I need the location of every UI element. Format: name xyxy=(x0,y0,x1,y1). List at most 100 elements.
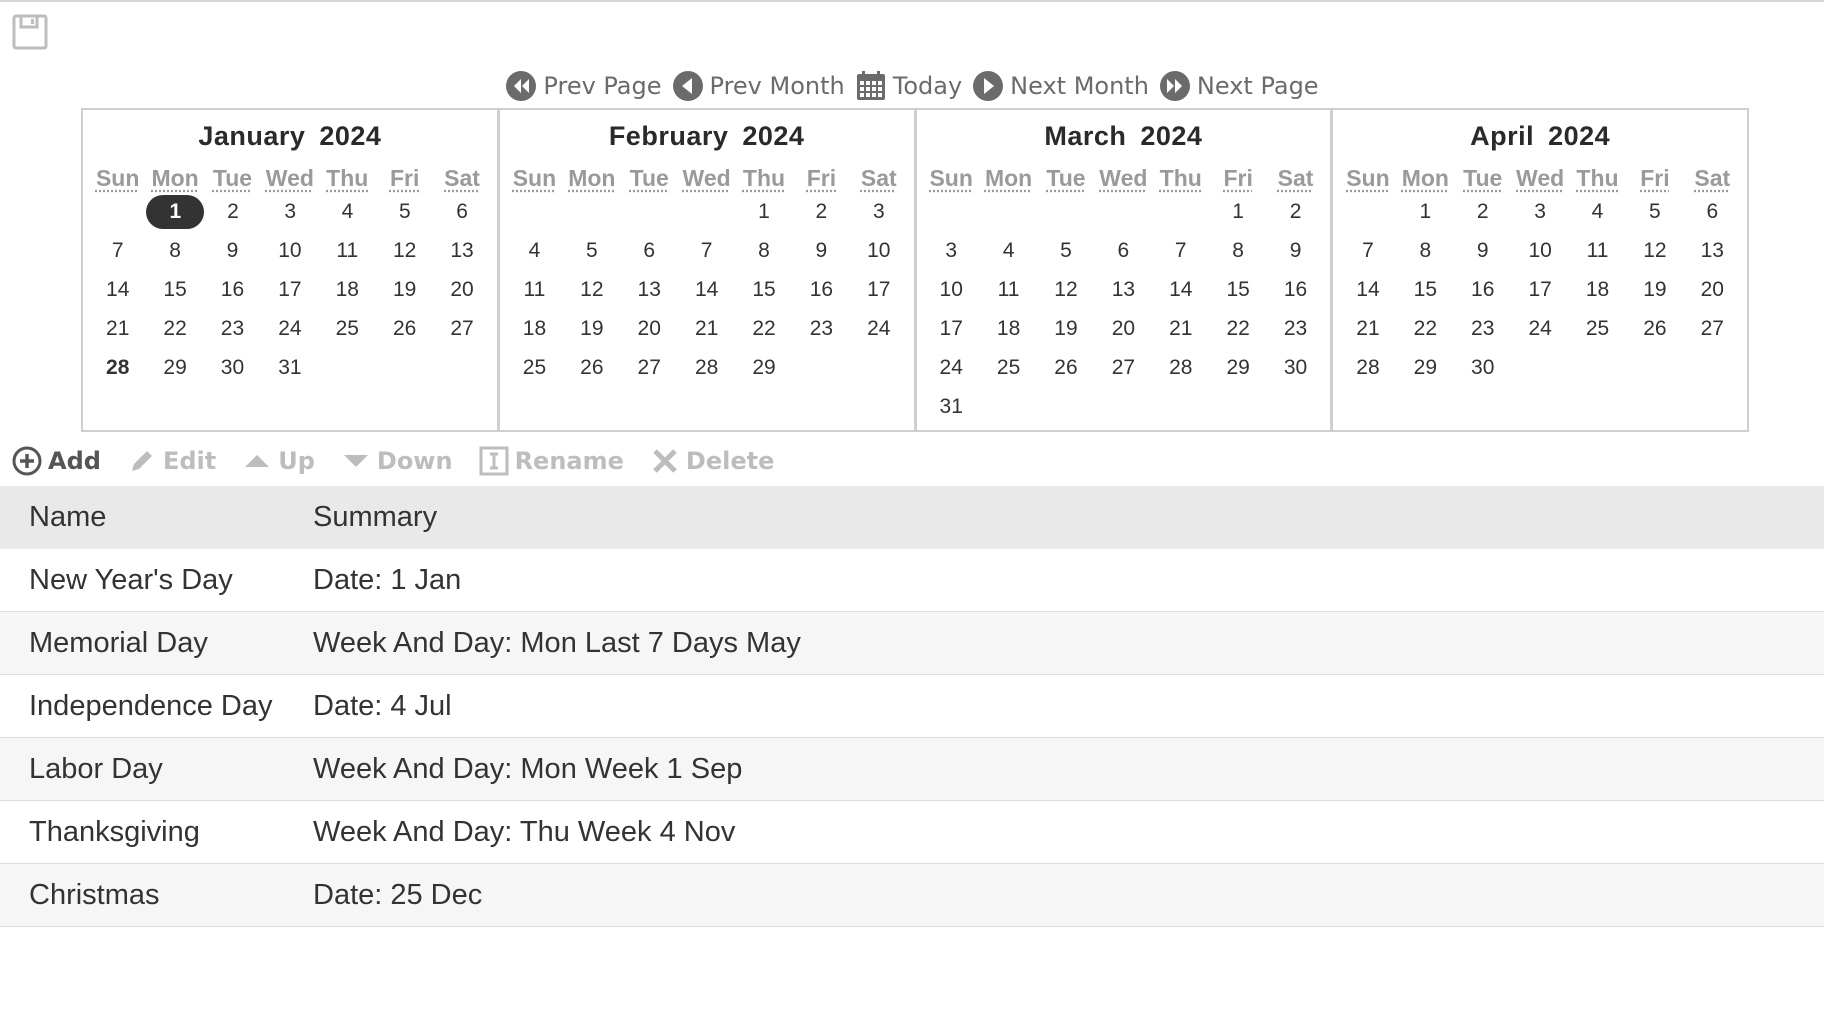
day-cell[interactable]: 26 xyxy=(563,356,620,380)
day-cell[interactable]: 9 xyxy=(204,239,261,263)
day-cell[interactable]: 21 xyxy=(1339,317,1396,341)
day-cell[interactable]: 24 xyxy=(1511,317,1568,341)
day-cell[interactable]: 29 xyxy=(1209,356,1266,380)
day-cell[interactable]: 2 xyxy=(1454,200,1511,224)
day-cell[interactable]: 7 xyxy=(1339,239,1396,263)
day-cell[interactable]: 21 xyxy=(678,317,735,341)
day-cell[interactable]: 20 xyxy=(1095,317,1152,341)
day-cell[interactable]: 23 xyxy=(204,317,261,341)
day-cell[interactable]: 12 xyxy=(1037,278,1094,302)
day-cell[interactable]: 31 xyxy=(261,356,318,380)
day-cell[interactable]: 6 xyxy=(1095,239,1152,263)
table-row[interactable]: New Year's Day Date: 1 Jan xyxy=(0,549,1824,612)
day-cell[interactable]: 16 xyxy=(1267,278,1324,302)
day-cell[interactable]: 28 xyxy=(1339,356,1396,380)
day-cell[interactable]: 4 xyxy=(319,200,376,224)
day-cell[interactable]: 4 xyxy=(1569,200,1626,224)
day-cell[interactable]: 30 xyxy=(204,356,261,380)
day-cell[interactable]: 23 xyxy=(793,317,850,341)
day-cell[interactable]: 10 xyxy=(261,239,318,263)
day-cell[interactable]: 11 xyxy=(1569,239,1626,263)
day-cell[interactable]: 19 xyxy=(376,278,433,302)
day-cell[interactable]: 8 xyxy=(1397,239,1454,263)
next-page-button[interactable]: Next Page xyxy=(1159,70,1319,102)
day-cell[interactable]: 5 xyxy=(376,200,433,224)
day-cell[interactable]: 10 xyxy=(850,239,907,263)
day-cell[interactable]: 19 xyxy=(563,317,620,341)
day-cell[interactable]: 28 xyxy=(89,356,146,380)
day-cell[interactable]: 14 xyxy=(1152,278,1209,302)
day-cell[interactable]: 17 xyxy=(923,317,980,341)
day-cell[interactable]: 18 xyxy=(1569,278,1626,302)
day-cell[interactable]: 15 xyxy=(1397,278,1454,302)
day-cell[interactable]: 31 xyxy=(923,395,980,419)
day-cell[interactable]: 12 xyxy=(376,239,433,263)
day-cell[interactable]: 5 xyxy=(1626,200,1683,224)
edit-button[interactable]: Edit xyxy=(127,446,216,476)
day-cell[interactable]: 28 xyxy=(1152,356,1209,380)
day-cell[interactable]: 15 xyxy=(1209,278,1266,302)
day-cell[interactable]: 15 xyxy=(735,278,792,302)
day-cell[interactable]: 19 xyxy=(1626,278,1683,302)
day-cell[interactable]: 24 xyxy=(923,356,980,380)
day-cell[interactable]: 4 xyxy=(506,239,563,263)
day-cell[interactable]: 2 xyxy=(204,200,261,224)
day-cell[interactable]: 9 xyxy=(1267,239,1324,263)
column-header-name[interactable]: Name xyxy=(0,501,313,534)
day-cell[interactable]: 22 xyxy=(146,317,203,341)
day-cell[interactable]: 20 xyxy=(621,317,678,341)
day-cell[interactable]: 29 xyxy=(1397,356,1454,380)
day-cell[interactable]: 13 xyxy=(1684,239,1741,263)
table-row[interactable]: Labor Day Week And Day: Mon Week 1 Sep xyxy=(0,738,1824,801)
day-cell[interactable]: 6 xyxy=(1684,200,1741,224)
day-cell[interactable]: 26 xyxy=(1037,356,1094,380)
day-cell[interactable]: 8 xyxy=(1209,239,1266,263)
day-cell[interactable]: 16 xyxy=(204,278,261,302)
day-cell[interactable]: 1 xyxy=(1209,200,1266,224)
day-cell[interactable]: 6 xyxy=(621,239,678,263)
day-cell[interactable]: 19 xyxy=(1037,317,1094,341)
day-cell[interactable]: 9 xyxy=(793,239,850,263)
day-cell[interactable]: 8 xyxy=(735,239,792,263)
day-cell[interactable]: 26 xyxy=(376,317,433,341)
day-cell[interactable]: 13 xyxy=(621,278,678,302)
day-cell[interactable]: 23 xyxy=(1267,317,1324,341)
day-cell[interactable]: 12 xyxy=(1626,239,1683,263)
day-cell[interactable]: 22 xyxy=(1209,317,1266,341)
day-cell[interactable]: 29 xyxy=(735,356,792,380)
day-cell[interactable]: 22 xyxy=(1397,317,1454,341)
day-cell[interactable]: 25 xyxy=(506,356,563,380)
day-cell[interactable]: 15 xyxy=(146,278,203,302)
table-row[interactable]: Christmas Date: 25 Dec xyxy=(0,864,1824,927)
day-cell[interactable]: 21 xyxy=(1152,317,1209,341)
day-cell[interactable]: 18 xyxy=(319,278,376,302)
day-cell[interactable]: 2 xyxy=(1267,200,1324,224)
day-cell[interactable]: 16 xyxy=(1454,278,1511,302)
day-cell[interactable]: 17 xyxy=(261,278,318,302)
day-cell[interactable]: 3 xyxy=(923,239,980,263)
day-cell[interactable]: 18 xyxy=(506,317,563,341)
day-cell[interactable]: 27 xyxy=(621,356,678,380)
day-cell[interactable]: 20 xyxy=(433,278,490,302)
day-cell[interactable]: 11 xyxy=(980,278,1037,302)
day-cell[interactable]: 24 xyxy=(261,317,318,341)
day-cell[interactable]: 7 xyxy=(89,239,146,263)
save-button[interactable] xyxy=(12,14,48,50)
prev-page-button[interactable]: Prev Page xyxy=(505,70,662,102)
day-cell[interactable]: 16 xyxy=(793,278,850,302)
day-cell[interactable]: 1 xyxy=(1397,200,1454,224)
day-cell[interactable]: 12 xyxy=(563,278,620,302)
day-cell[interactable]: 22 xyxy=(735,317,792,341)
day-cell[interactable]: 27 xyxy=(1684,317,1741,341)
rename-button[interactable]: Rename xyxy=(479,446,624,476)
day-cell[interactable]: 5 xyxy=(563,239,620,263)
day-cell[interactable]: 26 xyxy=(1626,317,1683,341)
add-button[interactable]: Add xyxy=(12,446,101,476)
day-cell[interactable]: 17 xyxy=(1511,278,1568,302)
day-cell[interactable]: 3 xyxy=(850,200,907,224)
day-cell[interactable]: 10 xyxy=(923,278,980,302)
day-cell[interactable]: 3 xyxy=(1511,200,1568,224)
day-cell-today[interactable]: 1 xyxy=(146,194,205,229)
day-cell[interactable]: 7 xyxy=(678,239,735,263)
day-cell[interactable]: 9 xyxy=(1454,239,1511,263)
